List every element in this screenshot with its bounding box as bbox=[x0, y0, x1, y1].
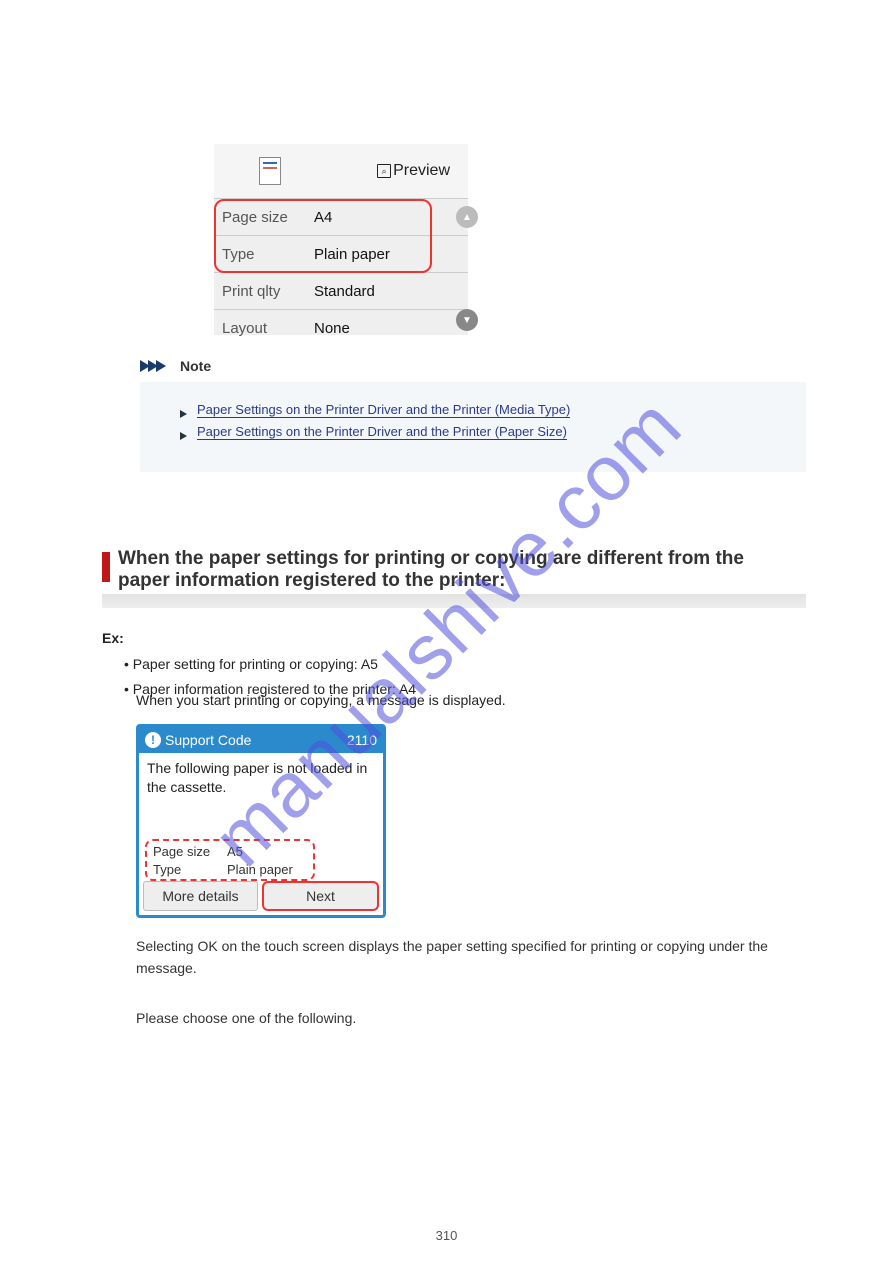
row-label: Page size bbox=[222, 209, 314, 226]
info-value: Plain paper bbox=[227, 861, 293, 879]
settings-panel-header: ⌕ Preview bbox=[214, 144, 468, 199]
info-label: Type bbox=[153, 861, 227, 879]
example-bullet: Paper setting for printing or copying: A… bbox=[133, 656, 378, 672]
settings-row-type[interactable]: Type Plain paper bbox=[214, 236, 468, 273]
row-value: Plain paper bbox=[314, 246, 390, 263]
row-label: Print qlty bbox=[222, 283, 314, 300]
more-details-button[interactable]: More details bbox=[143, 881, 258, 911]
section-lead-in: When you start printing or copying, a me… bbox=[136, 692, 796, 708]
dialog-header: ! Support Code 2110 bbox=[139, 727, 383, 753]
settings-row-layout[interactable]: Layout None bbox=[214, 310, 468, 347]
row-value: None bbox=[314, 320, 350, 337]
page-number: 310 bbox=[0, 1228, 893, 1243]
note-link-item: Paper Settings on the Printer Driver and… bbox=[180, 402, 786, 418]
next-button[interactable]: Next bbox=[262, 881, 379, 911]
after-paragraph-2: Please choose one of the following. bbox=[136, 1008, 796, 1030]
support-code-dialog: ! Support Code 2110 The following paper … bbox=[136, 724, 386, 918]
row-label: Layout bbox=[222, 320, 314, 337]
after-paragraph-1: Selecting OK on the touch screen display… bbox=[136, 936, 796, 979]
section-marker bbox=[102, 552, 110, 582]
dialog-header-label: Support Code bbox=[165, 732, 251, 748]
info-value: A5 bbox=[227, 843, 243, 861]
preview-label: Preview bbox=[393, 162, 450, 180]
row-value: Standard bbox=[314, 283, 375, 300]
example-label: Ex: bbox=[102, 630, 124, 646]
support-code-value: 2110 bbox=[347, 732, 377, 748]
info-label: Page size bbox=[153, 843, 227, 861]
settings-row-page-size[interactable]: Page size A4 bbox=[214, 199, 468, 236]
note-link-media-type[interactable]: Paper Settings on the Printer Driver and… bbox=[197, 402, 570, 418]
settings-row-print-qlty[interactable]: Print qlty Standard bbox=[214, 273, 468, 310]
document-icon bbox=[259, 157, 281, 185]
info-row-page-size: Page size A5 bbox=[153, 843, 307, 861]
dialog-buttons: More details Next bbox=[143, 881, 379, 911]
scroll-down-icon[interactable]: ▼ bbox=[456, 309, 478, 331]
scroll-up-icon[interactable]: ▲ bbox=[456, 206, 478, 228]
note-chevrons-icon bbox=[140, 360, 164, 372]
note-heading: Note bbox=[180, 358, 211, 374]
dialog-info-box: Page size A5 Type Plain paper bbox=[145, 839, 315, 881]
note-link-item: Paper Settings on the Printer Driver and… bbox=[180, 424, 786, 440]
magnifier-icon: ⌕ bbox=[377, 164, 391, 178]
settings-panel-screenshot: ⌕ Preview Page size A4 Type Plain paper … bbox=[214, 144, 468, 335]
note-box: Paper Settings on the Printer Driver and… bbox=[140, 382, 806, 472]
arrow-right-icon bbox=[180, 410, 187, 418]
alert-icon: ! bbox=[145, 732, 161, 748]
dialog-message: The following paper is not loaded in the… bbox=[139, 753, 383, 797]
row-value: A4 bbox=[314, 209, 332, 226]
arrow-right-icon bbox=[180, 432, 187, 440]
section-underline bbox=[102, 594, 806, 608]
info-row-type: Type Plain paper bbox=[153, 861, 307, 879]
note-link-paper-size[interactable]: Paper Settings on the Printer Driver and… bbox=[197, 424, 567, 440]
row-label: Type bbox=[222, 246, 314, 263]
section-title: When the paper settings for printing or … bbox=[118, 548, 798, 592]
preview-button[interactable]: ⌕ Preview bbox=[377, 162, 450, 180]
